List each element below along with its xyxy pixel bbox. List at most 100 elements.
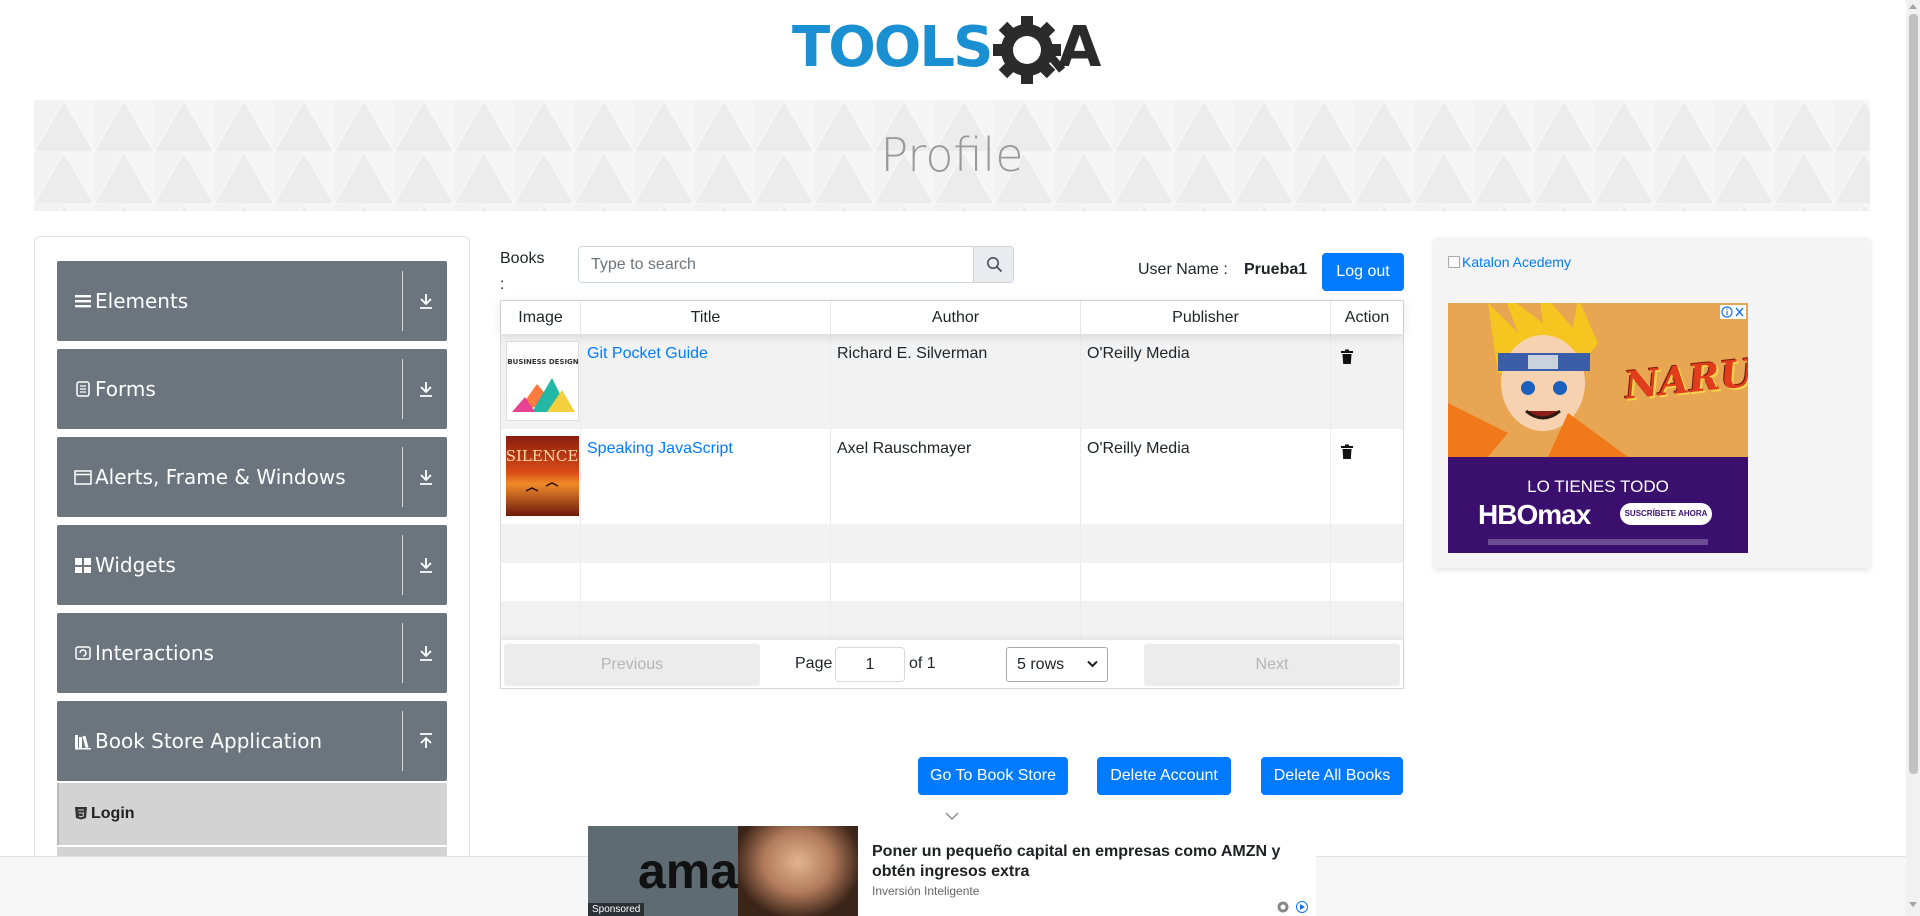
adchoices-icon[interactable] xyxy=(1276,900,1314,914)
download-arrow-icon xyxy=(420,470,432,485)
rows-per-page-value: 5 rows xyxy=(1017,656,1065,673)
scroll-down-icon[interactable] xyxy=(1909,902,1917,908)
publisher-cell: O'Reilly Media xyxy=(1081,429,1331,524)
next-button[interactable]: Next xyxy=(1144,644,1400,686)
table-row-empty xyxy=(501,524,1403,563)
logout-button[interactable]: Log out xyxy=(1322,253,1404,291)
user-name-value: Prueba1 xyxy=(1244,261,1308,278)
page-banner: Profile xyxy=(34,100,1870,211)
page-total: of 1 xyxy=(909,655,936,672)
ad-close-icon[interactable] xyxy=(1720,305,1746,319)
sidebar-item-label: Login xyxy=(91,805,135,822)
previous-button[interactable]: Previous xyxy=(504,644,760,686)
table-row-empty xyxy=(501,601,1403,640)
book-author: Richard E. Silverman xyxy=(837,345,988,362)
ad-fine-print xyxy=(1488,539,1708,545)
column-header-title[interactable]: Title xyxy=(581,301,831,334)
ad-footer: LO TIENES TODO HBOmax SUSCRÍBETE AHORA xyxy=(1448,457,1748,553)
ad-artwork: NARUTO xyxy=(1448,303,1748,457)
sidebar-group-elements[interactable]: Elements xyxy=(57,261,447,341)
go-to-book-store-button[interactable]: Go To Book Store xyxy=(918,757,1068,795)
divider xyxy=(402,711,403,771)
download-arrow-icon xyxy=(420,646,432,661)
table-row-empty xyxy=(501,563,1403,601)
sidebar-group-label: Forms xyxy=(95,377,156,401)
sidebar-group-label: Alerts, Frame & Windows xyxy=(95,465,346,489)
broken-image-icon xyxy=(1448,256,1460,268)
book-cover-text: SILENCE xyxy=(506,447,578,465)
katalon-academy-link[interactable]: Katalon Acedemy xyxy=(1448,254,1571,270)
page-title: Profile xyxy=(880,128,1024,182)
download-arrow-icon xyxy=(420,558,432,573)
book-author: Axel Rauschmayer xyxy=(837,440,972,457)
html5-icon xyxy=(75,807,87,820)
divider xyxy=(402,359,403,419)
search-input[interactable] xyxy=(579,247,973,282)
logo-text-right: A xyxy=(1058,15,1102,80)
book-publisher: O'Reilly Media xyxy=(1087,440,1190,457)
chevron-down-icon xyxy=(1087,660,1098,668)
column-header-action[interactable]: Action xyxy=(1331,301,1403,334)
hamburger-icon xyxy=(75,295,91,308)
search-button[interactable] xyxy=(973,247,1013,282)
download-arrow-icon xyxy=(420,382,432,397)
book-title-link[interactable]: Git Pocket Guide xyxy=(587,345,708,363)
scrollbar-thumb[interactable] xyxy=(1909,14,1918,774)
book-publisher: O'Reilly Media xyxy=(1087,345,1190,362)
vertical-scrollbar[interactable] xyxy=(1906,0,1920,916)
logo-text-left: TOOLS xyxy=(792,15,991,80)
search-box xyxy=(578,246,1014,283)
table-row: BUSINESS DESIGN Git Pocket Guide Richard… xyxy=(501,334,1403,429)
widgets-icon xyxy=(75,558,91,573)
ad-brand: HBOmax xyxy=(1478,499,1591,530)
sidebar-group-forms[interactable]: Forms xyxy=(57,349,447,429)
download-arrow-icon xyxy=(420,294,432,309)
sidebar-group-book-store[interactable]: Book Store Application xyxy=(57,701,447,781)
trash-icon[interactable] xyxy=(1340,444,1354,460)
books-search-label: Books : xyxy=(500,250,545,293)
sidebar-group-label: Widgets xyxy=(95,553,176,577)
sidebar-group-label: Interactions xyxy=(95,641,214,665)
divider xyxy=(402,623,403,683)
ad-source: Inversión Inteligente xyxy=(872,884,980,898)
ad-tagline: LO TIENES TODO xyxy=(1527,477,1669,496)
window-icon xyxy=(74,470,92,485)
page-label: Page xyxy=(795,655,833,672)
action-cell xyxy=(1331,429,1403,524)
gear-icon xyxy=(993,16,1066,84)
book-cover-image: BUSINESS DESIGN xyxy=(506,341,579,421)
divider xyxy=(402,535,403,595)
sidebar-group-widgets[interactable]: Widgets xyxy=(57,525,447,605)
ad-model-image xyxy=(738,826,858,916)
trash-icon[interactable] xyxy=(1340,349,1354,365)
delete-account-button[interactable]: Delete Account xyxy=(1097,757,1231,795)
rows-per-page-select[interactable]: 5 rows xyxy=(1006,647,1108,682)
delete-all-books-button[interactable]: Delete All Books xyxy=(1261,757,1403,795)
book-title-link[interactable]: Speaking JavaScript xyxy=(587,440,733,458)
books-icon xyxy=(75,735,91,750)
hbomax-ad[interactable]: NARUTO LO TIENES TODO HBOmax SUSCRÍBETE … xyxy=(1448,303,1748,553)
bottom-ad[interactable]: amaz Sponsored Poner un pequeño capital … xyxy=(588,826,1316,916)
sponsored-label: Sponsored xyxy=(588,903,645,916)
sidebar-item-login[interactable]: Login xyxy=(57,783,447,845)
book-cover-cell: SILENCE xyxy=(501,429,581,524)
title-cell: Speaking JavaScript xyxy=(581,429,831,524)
chevron-down-icon[interactable] xyxy=(944,811,960,821)
page-number-input[interactable]: 1 xyxy=(835,647,905,682)
column-header-publisher[interactable]: Publisher xyxy=(1081,301,1331,334)
book-cover-text: BUSINESS DESIGN xyxy=(507,358,578,366)
ad-headline[interactable]: Poner un pequeño capital en empresas com… xyxy=(872,842,1302,882)
right-ad-column: Katalon Acedemy NARUTO LO TIENES TODO HB… xyxy=(1434,238,1870,568)
column-header-author[interactable]: Author xyxy=(831,301,1081,334)
book-cover-cell: BUSINESS DESIGN xyxy=(501,334,581,429)
books-table: Image Title Author Publisher Action BUSI… xyxy=(500,300,1404,689)
scroll-up-icon[interactable] xyxy=(1909,3,1917,9)
sidebar-group-alerts[interactable]: Alerts, Frame & Windows xyxy=(57,437,447,517)
column-header-image[interactable]: Image xyxy=(501,301,581,334)
toolsqa-logo[interactable]: TOOLS A xyxy=(790,14,1120,94)
book-cover-image: SILENCE xyxy=(506,436,579,516)
search-icon xyxy=(987,257,1003,273)
table-header: Image Title Author Publisher Action xyxy=(501,301,1403,334)
sidebar-group-interactions[interactable]: Interactions xyxy=(57,613,447,693)
ad-cta-button[interactable]: SUSCRÍBETE AHORA xyxy=(1620,503,1712,525)
